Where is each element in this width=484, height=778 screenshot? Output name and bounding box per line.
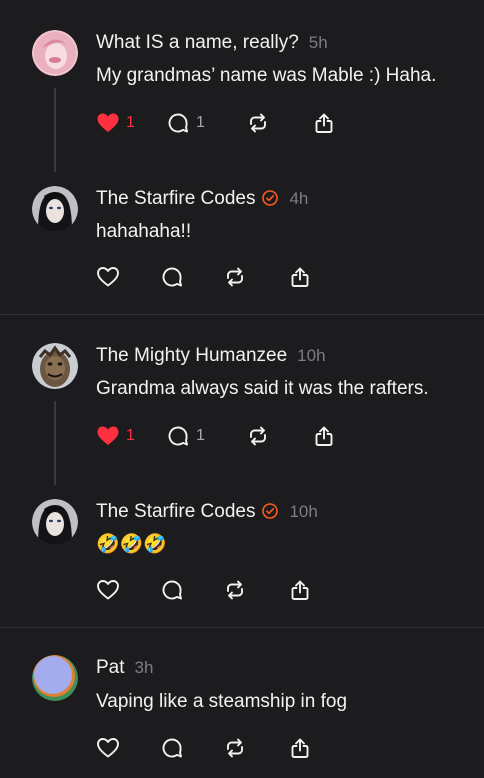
comment-button[interactable] bbox=[160, 735, 184, 761]
share-icon bbox=[291, 580, 309, 600]
share-icon bbox=[315, 426, 333, 446]
repost-icon bbox=[227, 580, 243, 600]
post-header: What IS a name, really? 5h bbox=[96, 30, 328, 56]
verified-badge-icon bbox=[262, 503, 279, 519]
reply-count: 1 bbox=[196, 427, 205, 444]
reply-count: 1 bbox=[196, 114, 205, 131]
like-button[interactable] bbox=[96, 735, 120, 761]
heart-icon bbox=[97, 580, 119, 600]
share-button[interactable] bbox=[288, 264, 312, 290]
author-name[interactable]: What IS a name, really? bbox=[96, 32, 299, 53]
heart-icon bbox=[97, 426, 119, 445]
like-button[interactable]: 1 bbox=[96, 423, 135, 449]
post-time: 10h bbox=[289, 502, 318, 521]
repost-button[interactable] bbox=[223, 735, 247, 761]
share-icon bbox=[291, 738, 309, 758]
repost-button[interactable] bbox=[246, 110, 270, 136]
repost-button[interactable] bbox=[223, 577, 247, 603]
author-name[interactable]: Pat bbox=[96, 657, 125, 678]
author-name[interactable]: The Starfire Codes bbox=[96, 188, 255, 209]
author-name[interactable]: The Starfire Codes bbox=[96, 501, 255, 522]
share-button[interactable] bbox=[288, 577, 312, 603]
post-time: 3h bbox=[134, 658, 154, 677]
post-header: The Starfire Codes 4h bbox=[96, 186, 308, 212]
verified-badge-icon bbox=[262, 190, 279, 206]
repost-button[interactable] bbox=[223, 264, 247, 290]
avatar[interactable] bbox=[32, 343, 78, 389]
share-icon bbox=[291, 267, 309, 287]
comment-button[interactable] bbox=[160, 577, 184, 603]
post-header: The Mighty Humanzee 10h bbox=[96, 343, 326, 369]
post-header: Pat 3h bbox=[96, 655, 153, 681]
repost-icon bbox=[227, 738, 243, 758]
comment-button[interactable]: 1 bbox=[166, 423, 205, 449]
thread-line bbox=[54, 88, 56, 172]
repost-icon bbox=[227, 267, 243, 287]
like-button[interactable]: 1 bbox=[96, 110, 135, 136]
post-header: The Starfire Codes 10h bbox=[96, 499, 318, 525]
comment-icon bbox=[162, 580, 182, 600]
post-time: 4h bbox=[289, 189, 309, 208]
avatar[interactable] bbox=[32, 186, 78, 232]
comment-icon bbox=[168, 426, 188, 446]
like-count: 1 bbox=[126, 427, 135, 444]
share-button[interactable] bbox=[312, 110, 336, 136]
post-time: 5h bbox=[308, 33, 328, 52]
post-text: Grandma always said it was the rafters. bbox=[96, 378, 429, 399]
post-text: 🤣🤣🤣 bbox=[96, 534, 167, 555]
divider bbox=[0, 627, 484, 628]
heart-icon bbox=[97, 267, 119, 287]
like-button[interactable] bbox=[96, 264, 120, 290]
post-time: 10h bbox=[297, 346, 326, 365]
repost-button[interactable] bbox=[246, 423, 270, 449]
repost-icon bbox=[250, 426, 266, 446]
share-button[interactable] bbox=[288, 735, 312, 761]
comment-icon bbox=[162, 267, 182, 287]
comment-icon bbox=[162, 738, 182, 758]
comment-button[interactable]: 1 bbox=[166, 110, 205, 136]
comment-icon bbox=[168, 113, 188, 133]
avatar[interactable] bbox=[32, 655, 78, 701]
post-text: hahahaha!! bbox=[96, 221, 192, 242]
post-text: My grandmas’ name was Mable :) Haha. bbox=[96, 65, 437, 86]
comment-button[interactable] bbox=[160, 264, 184, 290]
repost-icon bbox=[250, 113, 266, 133]
heart-icon bbox=[97, 738, 119, 758]
avatar[interactable] bbox=[32, 30, 78, 76]
heart-icon bbox=[97, 113, 119, 132]
post-text: Vaping like a steamship in fog bbox=[96, 691, 348, 712]
thread-line bbox=[54, 401, 56, 485]
divider bbox=[0, 314, 484, 315]
avatar[interactable] bbox=[32, 499, 78, 545]
author-name[interactable]: The Mighty Humanzee bbox=[96, 345, 287, 366]
share-button[interactable] bbox=[312, 423, 336, 449]
share-icon bbox=[315, 113, 333, 133]
like-button[interactable] bbox=[96, 577, 120, 603]
like-count: 1 bbox=[126, 114, 135, 131]
